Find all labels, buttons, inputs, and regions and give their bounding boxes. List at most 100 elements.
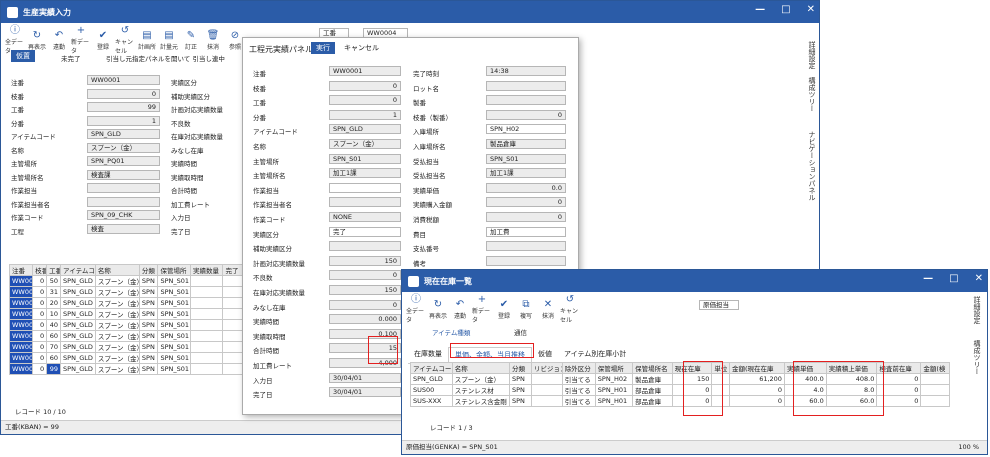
maximize-icon[interactable]: □: [949, 273, 958, 284]
panel-field[interactable]: 14:38: [486, 66, 566, 76]
table-cell[interactable]: WW0001: [8, 363, 34, 375]
table-cell[interactable]: [920, 395, 950, 407]
panel-field[interactable]: 製品倉庫: [486, 139, 566, 149]
panel-field[interactable]: SPN_GLD: [329, 124, 401, 135]
panel-field[interactable]: 完了: [329, 226, 401, 237]
table-cell[interactable]: 0: [32, 341, 48, 353]
minimize-icon[interactable]: —: [755, 4, 765, 15]
table-cell[interactable]: スプーン（金）: [451, 373, 510, 385]
table-cell[interactable]: WW0001: [8, 275, 34, 287]
table-cell[interactable]: 0: [32, 352, 48, 364]
panel-field[interactable]: 0.0: [486, 182, 566, 193]
table-cell[interactable]: SPN_GLD: [60, 319, 96, 331]
table-cell[interactable]: SPN_GLD: [60, 352, 96, 364]
panel-field[interactable]: スプーン（金）: [329, 139, 401, 149]
panel-field[interactable]: 0: [329, 80, 401, 91]
table-cell[interactable]: SPN: [138, 352, 159, 364]
column-header[interactable]: 注番: [8, 264, 34, 276]
table-cell[interactable]: 部品倉庫: [632, 395, 673, 407]
table-cell[interactable]: 40: [46, 319, 62, 331]
table-cell[interactable]: SPN_S01: [157, 275, 191, 287]
table-cell[interactable]: [189, 308, 224, 320]
table-cell[interactable]: [189, 352, 224, 364]
table-cell[interactable]: WW0001: [8, 297, 34, 309]
panel-field[interactable]: 加工費: [486, 226, 566, 237]
table-cell[interactable]: 部品倉庫: [632, 384, 673, 396]
table-cell[interactable]: [189, 363, 224, 375]
panel-field[interactable]: SPN_S01: [329, 153, 401, 164]
panel-field[interactable]: 0.000: [329, 314, 401, 325]
table-cell[interactable]: スプーン（金）: [94, 308, 140, 320]
panel-field[interactable]: 150: [329, 255, 401, 266]
table-cell[interactable]: 引当てる: [561, 384, 596, 396]
table-cell[interactable]: スプーン（金）: [94, 341, 140, 353]
table-cell[interactable]: SPN_GLD: [60, 363, 96, 375]
column-header[interactable]: 金額(検: [920, 362, 950, 374]
table-cell[interactable]: [530, 384, 563, 396]
table-cell[interactable]: SPN_H01: [594, 395, 634, 407]
maximize-icon[interactable]: □: [781, 4, 790, 15]
toolbar-button[interactable]: ▤ 計画所: [137, 30, 157, 51]
panel-field[interactable]: [486, 241, 566, 252]
field-value[interactable]: SPN_PQ01: [87, 156, 160, 166]
field-value[interactable]: 0: [87, 88, 160, 99]
panel-field[interactable]: 加工1課: [329, 168, 401, 179]
toolbar-button[interactable]: + 新データ: [472, 294, 492, 324]
table-cell[interactable]: SPN_GLD: [60, 330, 96, 342]
table-cell[interactable]: 0: [32, 308, 48, 320]
table-cell[interactable]: 0: [32, 297, 48, 309]
column-header[interactable]: 工番: [46, 264, 62, 276]
table-cell[interactable]: 99: [46, 363, 62, 375]
toolbar-button[interactable]: ✔ 登録: [93, 30, 113, 51]
table-cell[interactable]: SPN_H02: [594, 373, 634, 385]
field-value[interactable]: 検査課: [87, 169, 160, 180]
toolbar-button[interactable]: ↶ 遠勤: [450, 299, 470, 320]
field-value[interactable]: [87, 196, 160, 207]
panel-field[interactable]: 0: [329, 95, 401, 106]
table-cell[interactable]: スプーン（金）: [94, 275, 140, 287]
table-cell[interactable]: SPN: [508, 373, 532, 385]
table-row[interactable]: WW0001031SPN_GLDスプーン（金）SPNSPN_S01: [8, 286, 249, 298]
panel-field[interactable]: NONE: [329, 212, 401, 222]
table-cell[interactable]: 引当てる: [561, 373, 596, 385]
table-cell[interactable]: SPN_S01: [157, 341, 191, 353]
table-cell[interactable]: 0: [32, 330, 48, 342]
table-row[interactable]: WW0001020SPN_GLDスプーン（金）SPNSPN_S01: [8, 297, 249, 309]
table-cell[interactable]: SPN_S01: [157, 297, 191, 309]
table-cell[interactable]: SPN: [138, 330, 159, 342]
table-cell[interactable]: [920, 384, 950, 396]
table-cell[interactable]: SPN: [138, 341, 159, 353]
toolbar-button[interactable]: ↺ キャンセル: [560, 294, 580, 324]
table-cell[interactable]: [189, 297, 224, 309]
toolbar-button[interactable]: 🗑 抹消: [203, 30, 223, 51]
table-cell[interactable]: 70: [46, 341, 62, 353]
side-tab[interactable]: 詳細設定: [807, 41, 817, 69]
column-header[interactable]: 金額(現在在庫: [728, 362, 785, 374]
column-header[interactable]: リビジョン: [530, 362, 563, 374]
table-cell[interactable]: 61,200: [728, 373, 785, 385]
table-row[interactable]: WW0001010SPN_GLDスプーン（金）SPNSPN_S01: [8, 308, 249, 320]
table-row[interactable]: WW0001060SPN_GLDスプーン（金）SPNSPN_S01: [8, 330, 249, 342]
panel-cancel-button[interactable]: キャンセル: [339, 42, 384, 54]
panel-field[interactable]: 0: [486, 212, 566, 222]
panel-field[interactable]: 0: [329, 270, 401, 281]
table-cell[interactable]: 0: [728, 384, 785, 396]
minimize-icon[interactable]: —: [923, 273, 933, 284]
side-tab[interactable]: 構成ツリー: [807, 77, 817, 112]
panel-field[interactable]: 加工1課: [486, 168, 566, 179]
table-cell[interactable]: [189, 286, 224, 298]
toolbar-button[interactable]: + 新データ: [71, 25, 91, 55]
table-cell[interactable]: ステンレス材: [451, 384, 510, 396]
table-cell[interactable]: WW0001: [8, 341, 34, 353]
table-cell[interactable]: SPN: [138, 319, 159, 331]
table-cell[interactable]: SPN_GLD: [410, 373, 453, 385]
panel-field[interactable]: SPN_H02: [486, 124, 566, 135]
toolbar-button[interactable]: ⧉ 複写: [516, 299, 536, 320]
table-cell[interactable]: SPN: [138, 363, 159, 375]
panel-field[interactable]: 150: [329, 285, 401, 295]
toolbar-button[interactable]: ↶ 遠勤: [49, 30, 69, 51]
panel-field[interactable]: [486, 80, 566, 91]
field-value[interactable]: 99: [87, 102, 160, 112]
column-header[interactable]: 保管場所: [157, 264, 191, 276]
table-cell[interactable]: SPN: [508, 395, 532, 407]
